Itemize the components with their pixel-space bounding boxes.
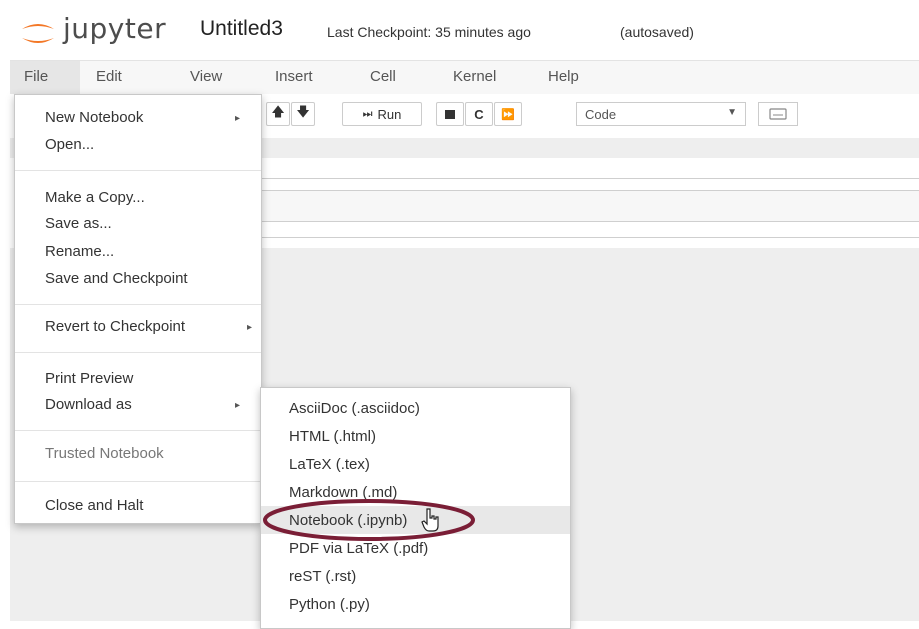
last-checkpoint-text: Last Checkpoint: 35 minutes ago	[327, 24, 531, 40]
restart-icon: C	[474, 106, 484, 122]
step-forward-icon: ⏭	[362, 107, 373, 120]
menu-item-trusted-notebook[interactable]: Trusted Notebook	[45, 445, 164, 462]
download-item-rest[interactable]: reST (.rst)	[289, 568, 356, 585]
menu-insert[interactable]: Insert	[275, 68, 313, 85]
chevron-down-icon: ▼	[727, 107, 737, 118]
submenu-arrow-icon: ▸	[247, 322, 253, 333]
menu-item-print-preview[interactable]: Print Preview	[45, 370, 133, 387]
cell-type-select[interactable]: Code ▼	[576, 102, 746, 126]
menu-kernel[interactable]: Kernel	[453, 68, 496, 85]
move-up-button[interactable]: 🡅	[266, 102, 290, 126]
menu-cell[interactable]: Cell	[370, 68, 396, 85]
keyboard-icon	[769, 108, 787, 120]
menu-divider	[15, 304, 261, 305]
cell-type-value: Code	[585, 107, 617, 122]
hand-cursor-icon	[421, 508, 439, 532]
menu-divider	[15, 170, 261, 171]
command-palette-button[interactable]	[758, 102, 798, 126]
run-button[interactable]: ⏭ Run	[342, 102, 422, 126]
annotation-oval	[263, 499, 475, 541]
menu-item-save-as[interactable]: Save as...	[45, 215, 112, 232]
download-item-asciidoc[interactable]: AsciiDoc (.asciidoc)	[289, 400, 420, 417]
move-down-button[interactable]: 🡇	[291, 102, 315, 126]
menu-item-make-copy[interactable]: Make a Copy...	[45, 189, 145, 206]
interrupt-button[interactable]	[436, 102, 464, 126]
download-item-latex[interactable]: LaTeX (.tex)	[289, 456, 370, 473]
menu-item-download-as[interactable]: Download as	[45, 396, 132, 413]
menu-item-revert-checkpoint[interactable]: Revert to Checkpoint	[45, 318, 185, 335]
submenu-arrow-icon: ▸	[235, 113, 241, 124]
arrow-up-icon: 🡅	[271, 104, 285, 119]
file-dropdown-menu: New Notebook ▸ Open... Make a Copy... Sa…	[14, 94, 262, 524]
menubar: File Edit View Insert Cell Kernel Help	[10, 60, 919, 96]
fast-forward-icon: ⏩	[501, 108, 515, 121]
autosave-status: (autosaved)	[620, 24, 694, 40]
jupyter-logo-icon[interactable]	[18, 20, 58, 46]
arrow-down-icon: 🡇	[296, 104, 310, 119]
restart-run-all-button[interactable]: ⏩	[494, 102, 522, 126]
submenu-arrow-icon: ▸	[235, 400, 241, 411]
menu-divider	[15, 352, 261, 353]
menu-edit[interactable]: Edit	[96, 68, 122, 85]
menu-help[interactable]: Help	[548, 68, 579, 85]
menu-item-new-notebook[interactable]: New Notebook	[45, 109, 143, 126]
notebook-title[interactable]: Untitled3	[200, 17, 283, 41]
jupyter-logo-text[interactable]: jupyter	[63, 12, 166, 45]
menu-file[interactable]: File	[24, 68, 48, 85]
cell-input-area[interactable]	[260, 190, 919, 222]
menu-item-save-checkpoint[interactable]: Save and Checkpoint	[45, 270, 188, 287]
run-button-label: Run	[377, 106, 402, 122]
menu-divider	[15, 481, 261, 482]
menu-item-close-halt[interactable]: Close and Halt	[45, 497, 143, 514]
notebook-header: jupyter Untitled3 Last Checkpoint: 35 mi…	[0, 0, 919, 56]
restart-button[interactable]: C	[465, 102, 493, 126]
menu-item-open[interactable]: Open...	[45, 136, 94, 153]
menu-view[interactable]: View	[190, 68, 222, 85]
download-item-html[interactable]: HTML (.html)	[289, 428, 376, 445]
menu-item-rename[interactable]: Rename...	[45, 243, 114, 260]
stop-icon	[445, 109, 455, 119]
download-item-python[interactable]: Python (.py)	[289, 596, 370, 613]
menu-divider	[15, 430, 261, 431]
